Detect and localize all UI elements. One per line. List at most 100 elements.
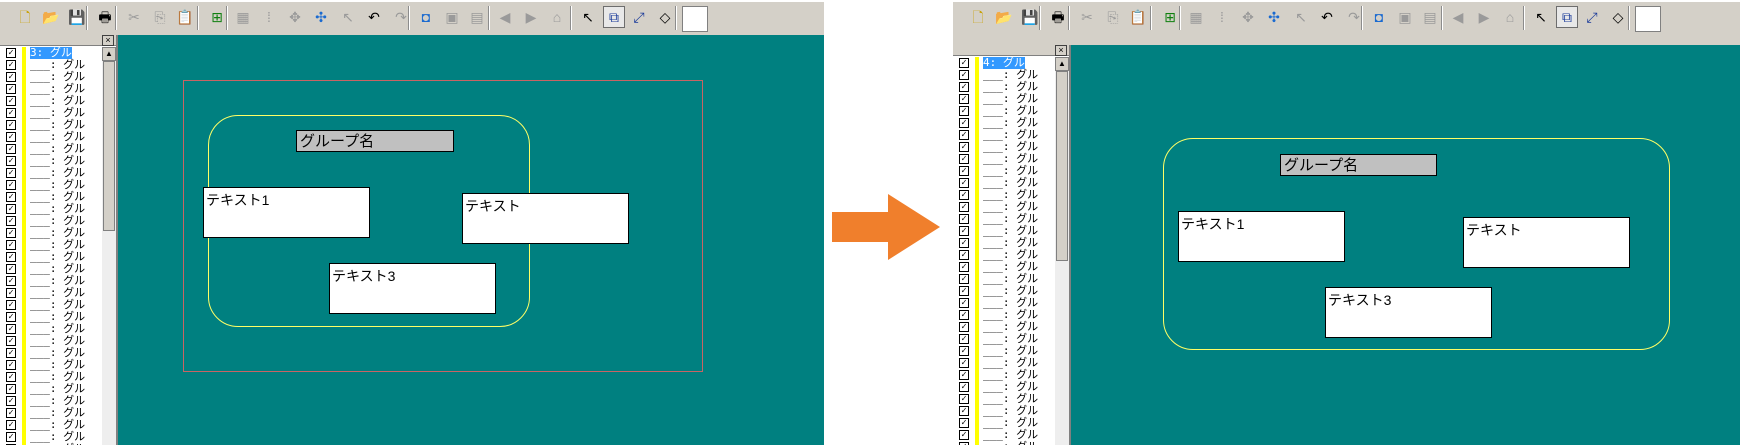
group-select-icon[interactable]: ⧉ (1556, 6, 1578, 28)
text-node-1[interactable]: テキスト1 (1178, 211, 1345, 262)
open-icon[interactable]: 📂 (993, 6, 1015, 28)
print-icon[interactable]: 🖶 (1047, 6, 1069, 28)
color-swatch-button[interactable] (682, 6, 708, 32)
color-swatch-button[interactable] (1635, 6, 1661, 32)
forward-icon[interactable]: ▶ (520, 6, 542, 28)
visibility-checkbox[interactable]: ✓ (959, 82, 969, 92)
visibility-checkbox[interactable]: ✓ (6, 132, 16, 142)
visibility-checkbox[interactable]: ✓ (6, 192, 16, 202)
add-node-icon[interactable]: ⊞ (1159, 6, 1181, 28)
text-node-2[interactable]: テキスト (1463, 217, 1630, 268)
cut-icon[interactable]: ✂ (123, 6, 145, 28)
visibility-checkbox[interactable]: ✓ (6, 60, 16, 70)
visibility-checkbox[interactable]: ✓ (6, 144, 16, 154)
visibility-checkbox[interactable]: ✓ (959, 130, 969, 140)
visibility-checkbox[interactable]: ✓ (959, 274, 969, 284)
move-all-icon[interactable]: ✣ (1263, 6, 1285, 28)
diagram-canvas[interactable]: グループ名 テキスト1 テキスト テキスト3 (1071, 45, 1740, 445)
redo-icon[interactable]: ↷ (1343, 6, 1365, 28)
home-icon[interactable]: ⌂ (1499, 6, 1521, 28)
tree-close-button[interactable]: × (1055, 45, 1067, 56)
visibility-checkbox[interactable]: ✓ (959, 226, 969, 236)
visibility-checkbox[interactable]: ✓ (6, 300, 16, 310)
visibility-checkbox[interactable]: ✓ (959, 394, 969, 404)
save-icon[interactable]: 💾 (66, 6, 88, 28)
visibility-checkbox[interactable]: ✓ (959, 334, 969, 344)
scroll-up-arrow[interactable]: ▲ (1055, 57, 1069, 71)
open-icon[interactable]: 📂 (40, 6, 62, 28)
undo-icon[interactable]: ↶ (1316, 6, 1338, 28)
visibility-checkbox[interactable]: ✓ (959, 190, 969, 200)
visibility-checkbox[interactable]: ✓ (959, 358, 969, 368)
visibility-checkbox[interactable]: ✓ (959, 202, 969, 212)
visibility-checkbox[interactable]: ✓ (6, 264, 16, 274)
visibility-checkbox[interactable]: ✓ (6, 372, 16, 382)
home-icon[interactable]: ⌂ (546, 6, 568, 28)
text-node-3[interactable]: テキスト3 (329, 263, 496, 314)
tree-close-button[interactable]: × (102, 35, 114, 46)
paste-icon[interactable]: 📋 (1127, 6, 1149, 28)
connect-icon[interactable]: ⤢ (1581, 6, 1603, 28)
tree-scrollbar[interactable]: ▲ (102, 47, 116, 445)
bring-front-icon[interactable]: ◘ (415, 6, 437, 28)
back-icon[interactable]: ◀ (1447, 6, 1469, 28)
scroll-up-arrow[interactable]: ▲ (102, 47, 116, 61)
visibility-checkbox[interactable]: ✓ (6, 252, 16, 262)
bring-front-icon[interactable]: ◘ (1368, 6, 1390, 28)
tile-icon[interactable]: ⁞ (258, 6, 280, 28)
visibility-checkbox[interactable]: ✓ (6, 408, 16, 418)
save-icon[interactable]: 💾 (1019, 6, 1041, 28)
visibility-checkbox[interactable]: ✓ (6, 348, 16, 358)
group-select-icon[interactable]: ⧉ (603, 6, 625, 28)
text-node-3[interactable]: テキスト3 (1325, 287, 1492, 338)
text-node-1[interactable]: テキスト1 (203, 187, 370, 238)
layer-up-icon[interactable]: ▣ (441, 6, 463, 28)
visibility-checkbox[interactable]: ✓ (6, 156, 16, 166)
group-name-label[interactable]: グループ名 (296, 130, 454, 152)
visibility-checkbox[interactable]: ✓ (959, 310, 969, 320)
copy-icon[interactable]: ⎘ (1102, 6, 1124, 28)
visibility-checkbox[interactable]: ✓ (959, 418, 969, 428)
connect-icon[interactable]: ⤢ (628, 6, 650, 28)
scroll-thumb[interactable] (1056, 71, 1068, 261)
pointer-icon[interactable]: ↖ (1290, 6, 1312, 28)
visibility-checkbox[interactable]: ✓ (959, 106, 969, 116)
move-all-icon[interactable]: ✣ (310, 6, 332, 28)
visibility-checkbox[interactable]: ✓ (959, 154, 969, 164)
visibility-checkbox[interactable]: ✓ (6, 168, 16, 178)
visibility-checkbox[interactable]: ✓ (959, 118, 969, 128)
visibility-checkbox[interactable]: ✓ (6, 216, 16, 226)
visibility-checkbox[interactable]: ✓ (959, 406, 969, 416)
layer-up-icon[interactable]: ▣ (1394, 6, 1416, 28)
visibility-checkbox[interactable]: ✓ (6, 432, 16, 442)
select-icon[interactable]: ↖ (577, 6, 599, 28)
new-icon[interactable]: 🗋 (14, 6, 36, 28)
visibility-checkbox[interactable]: ✓ (959, 70, 969, 80)
visibility-checkbox[interactable]: ✓ (959, 322, 969, 332)
visibility-checkbox[interactable]: ✓ (959, 142, 969, 152)
visibility-checkbox[interactable]: ✓ (959, 382, 969, 392)
visibility-checkbox[interactable]: ✓ (959, 238, 969, 248)
visibility-checkbox[interactable]: ✓ (959, 58, 969, 68)
visibility-checkbox[interactable]: ✓ (959, 250, 969, 260)
visibility-checkbox[interactable]: ✓ (6, 360, 16, 370)
visibility-checkbox[interactable]: ✓ (6, 72, 16, 82)
visibility-checkbox[interactable]: ✓ (6, 120, 16, 130)
visibility-checkbox[interactable]: ✓ (959, 262, 969, 272)
select-icon[interactable]: ↖ (1530, 6, 1552, 28)
visibility-checkbox[interactable]: ✓ (6, 396, 16, 406)
visibility-checkbox[interactable]: ✓ (6, 312, 16, 322)
visibility-checkbox[interactable]: ✓ (6, 228, 16, 238)
visibility-checkbox[interactable]: ✓ (959, 430, 969, 440)
text-node-2[interactable]: テキスト (462, 193, 629, 244)
visibility-checkbox[interactable]: ✓ (6, 240, 16, 250)
print-icon[interactable]: 🖶 (94, 6, 116, 28)
visibility-checkbox[interactable]: ✓ (959, 286, 969, 296)
visibility-checkbox[interactable]: ✓ (6, 48, 16, 58)
scroll-thumb[interactable] (103, 61, 115, 231)
forward-icon[interactable]: ▶ (1473, 6, 1495, 28)
visibility-checkbox[interactable]: ✓ (6, 204, 16, 214)
paste-icon[interactable]: 📋 (174, 6, 196, 28)
visibility-checkbox[interactable]: ✓ (959, 214, 969, 224)
tree-scrollbar[interactable]: ▲ (1055, 57, 1069, 445)
